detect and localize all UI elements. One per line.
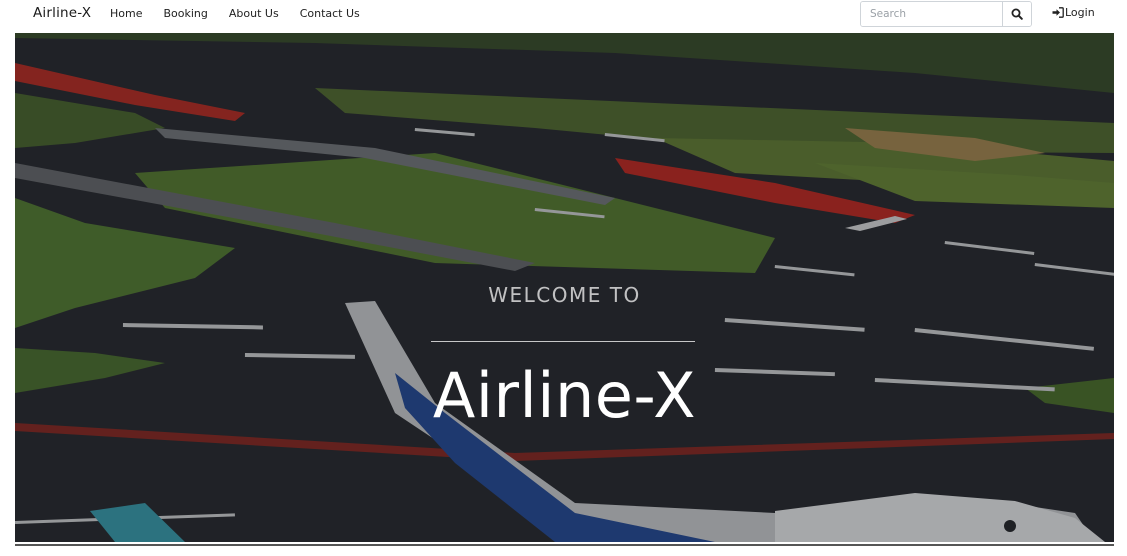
nav-link-about-us[interactable]: About Us (229, 7, 279, 20)
search-input[interactable] (861, 2, 1003, 26)
search-button[interactable] (1003, 2, 1031, 26)
nav-link-home[interactable]: Home (110, 7, 142, 20)
hero-title: Airline-X (432, 359, 697, 432)
sign-in-icon (1052, 7, 1064, 18)
hero-kicker: WELCOME TO (488, 283, 641, 307)
hero-bottom-border (15, 544, 1114, 546)
nav-link-contact-us[interactable]: Contact Us (300, 7, 360, 20)
search-icon (1011, 8, 1023, 20)
login-label: Login (1065, 6, 1095, 19)
hero-banner: WELCOME TO Airline-X (15, 33, 1114, 542)
brand-logo-link[interactable]: Airline-X (33, 5, 91, 21)
search-form (860, 1, 1032, 27)
top-navbar: Airline-X Home Booking About Us Contact … (0, 0, 1127, 30)
login-link[interactable]: Login (1052, 6, 1095, 19)
nav-link-booking[interactable]: Booking (163, 7, 207, 20)
hero-divider (431, 341, 695, 342)
nav-links: Home Booking About Us Contact Us (110, 7, 381, 20)
